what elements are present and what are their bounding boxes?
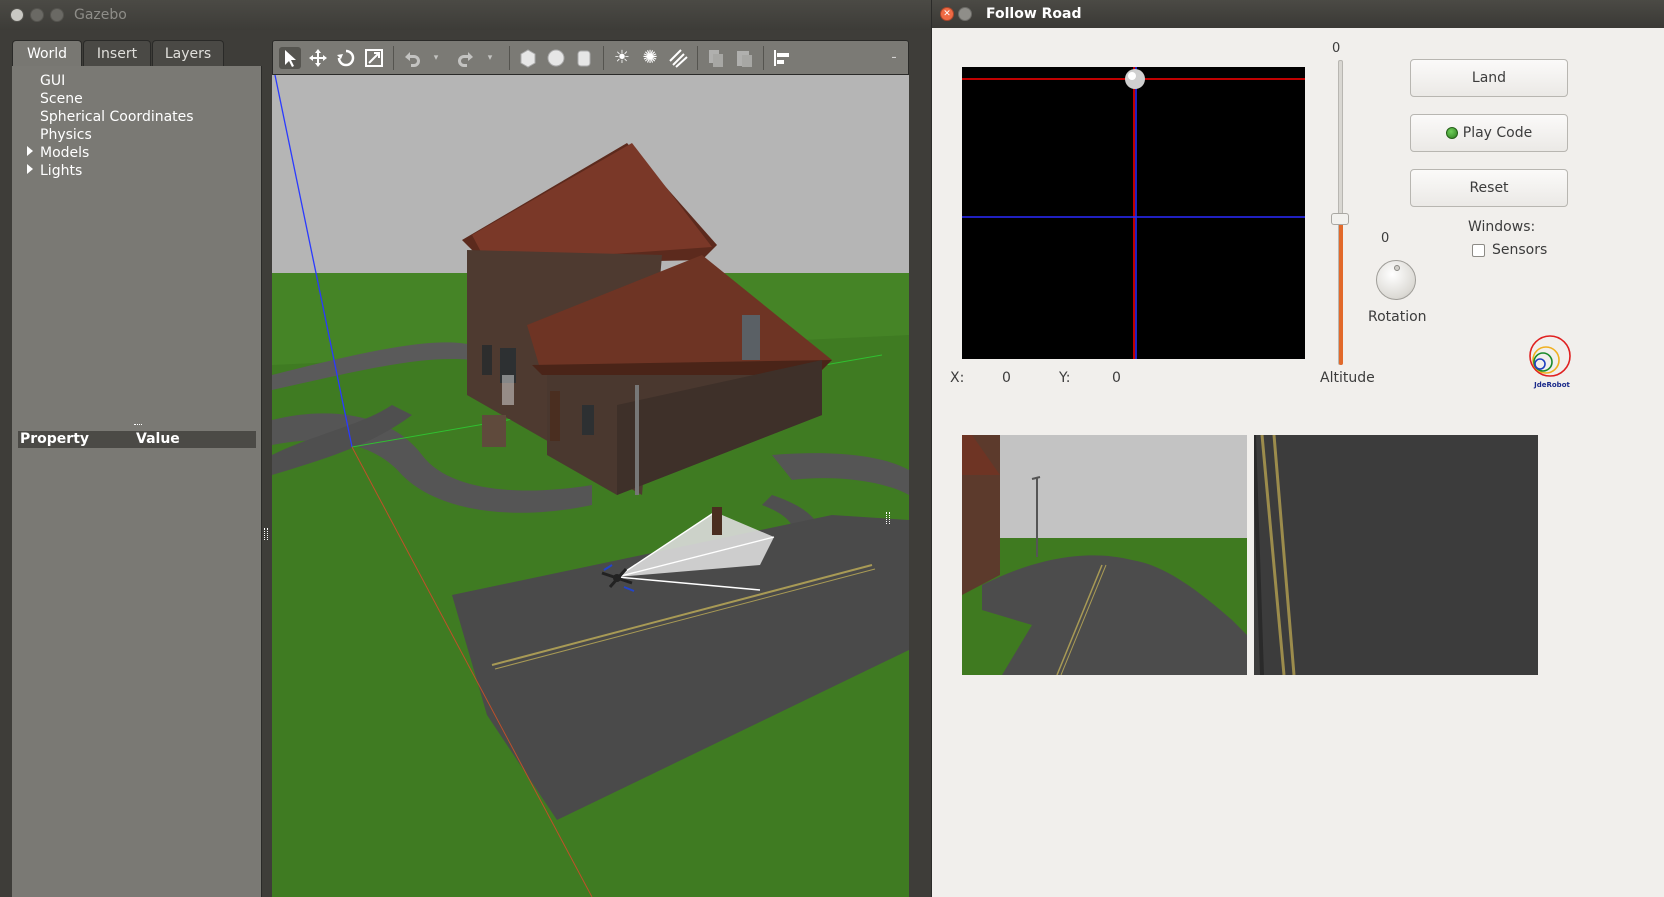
play-code-label: Play Code [1462,125,1533,141]
rotation-dial[interactable] [1376,260,1416,300]
altitude-slider-fill [1339,218,1343,365]
toolbar-separator [603,46,604,70]
teleop-crosshair [962,67,1305,359]
reset-button-label: Reset [1469,180,1509,196]
point-light-icon[interactable]: ☀ [611,47,633,69]
toolbar-more-icon[interactable]: – [883,47,905,69]
minimize-icon[interactable] [958,7,972,21]
redo-dropdown-icon[interactable]: ▾ [479,47,501,69]
left-panel-container: World Insert Layers GUI Scene Spherical … [12,40,262,897]
translate-icon[interactable] [307,47,329,69]
teleop-ball-highlight [1128,72,1136,80]
x-label: X: [950,370,965,386]
toolbar-separator [763,46,764,70]
align-icon[interactable] [771,47,793,69]
expand-arrow-icon[interactable] [27,146,33,156]
land-button-label: Land [1471,70,1507,86]
cylinder-icon[interactable] [573,47,595,69]
tree-item-spherical-coordinates[interactable]: Spherical Coordinates [40,109,194,125]
undo-dropdown-icon[interactable]: ▾ [425,47,447,69]
spot-light-icon[interactable]: ✺ [639,47,661,69]
paste-icon[interactable] [733,47,755,69]
x-value: 0 [1002,370,1011,386]
minimize-icon[interactable] [30,8,44,22]
y-label: Y: [1059,370,1071,386]
dial-indicator [1394,265,1400,271]
gazebo-window: Gazebo World Insert Layers GUI Scene Sph… [0,0,931,897]
close-icon[interactable]: ✕ [940,7,954,21]
follow-road-titlebar: ✕ Follow Road [932,0,1664,28]
copy-icon[interactable] [705,47,727,69]
tab-insert[interactable]: Insert [83,40,151,66]
land-button[interactable]: Land [1410,59,1568,97]
undo-icon[interactable] [401,47,423,69]
tree-item-gui[interactable]: GUI [40,73,65,89]
toolbar-separator [509,46,510,70]
tab-world[interactable]: World [12,40,82,66]
gazebo-toolbar: ▾ ▾ ☀ ✺ – [272,40,909,75]
splitter-handle[interactable] [134,424,142,427]
windows-label: Windows: [1468,219,1536,235]
tab-layers[interactable]: Layers [152,40,224,66]
ventral-camera-image [1254,435,1538,675]
frontal-camera-render [962,435,1247,675]
tree-item-scene[interactable]: Scene [40,91,83,107]
gazebo-titlebar: Gazebo [0,0,931,30]
altitude-slider-handle[interactable] [1331,212,1349,225]
sensors-checkbox-label[interactable]: Sensors [1492,242,1547,258]
y-value: 0 [1112,370,1121,386]
scale-icon[interactable] [363,47,385,69]
jderobot-logo-text: JdeRobot [1533,381,1570,389]
altitude-label: Altitude [1320,370,1375,386]
rotation-label: Rotation [1368,309,1427,325]
rotate-icon[interactable] [335,47,357,69]
toolbar-separator [393,46,394,70]
ventral-camera-render [1254,435,1538,675]
close-icon[interactable] [10,8,24,22]
value-column-header: Value [136,431,180,447]
scene-render [272,75,909,897]
follow-road-title: Follow Road [986,6,1082,22]
gazebo-title: Gazebo [74,7,127,23]
play-status-icon [1445,127,1458,139]
jderobot-logo: JdeRobot [1528,334,1576,390]
select-icon[interactable] [279,47,301,69]
expand-arrow-icon[interactable] [27,164,33,174]
sphere-icon[interactable] [545,47,567,69]
altitude-value: 0 [1332,41,1341,56]
frontal-camera-image [962,435,1247,675]
left-splitter-handle[interactable] [264,528,268,540]
redo-icon[interactable] [455,47,477,69]
teleop-ball-icon[interactable] [1125,69,1145,89]
tree-item-lights[interactable]: Lights [40,163,82,179]
rotation-value: 0 [1381,231,1390,246]
play-code-button[interactable]: Play Code [1410,114,1568,152]
maximize-icon[interactable] [50,8,64,22]
tree-item-physics[interactable]: Physics [40,127,92,143]
scene-viewport[interactable] [272,75,909,897]
box-icon[interactable] [517,47,539,69]
toolbar-separator [697,46,698,70]
world-tree-panel: GUI Scene Spherical Coordinates Physics … [12,66,262,897]
right-splitter-handle[interactable] [886,512,890,524]
left-tabbar: World Insert Layers [12,40,262,66]
tree-item-models[interactable]: Models [40,145,89,161]
property-table-header: Property Value [18,431,256,448]
property-column-header: Property [20,431,90,447]
sensors-checkbox[interactable] [1472,244,1485,257]
reset-button[interactable]: Reset [1410,169,1568,207]
directional-light-icon[interactable] [667,47,689,69]
follow-road-window: ✕ Follow Road X: 0 Y: 0 0 Altitude 0 Rot… [931,0,1664,897]
teleop-pad[interactable] [962,67,1305,359]
